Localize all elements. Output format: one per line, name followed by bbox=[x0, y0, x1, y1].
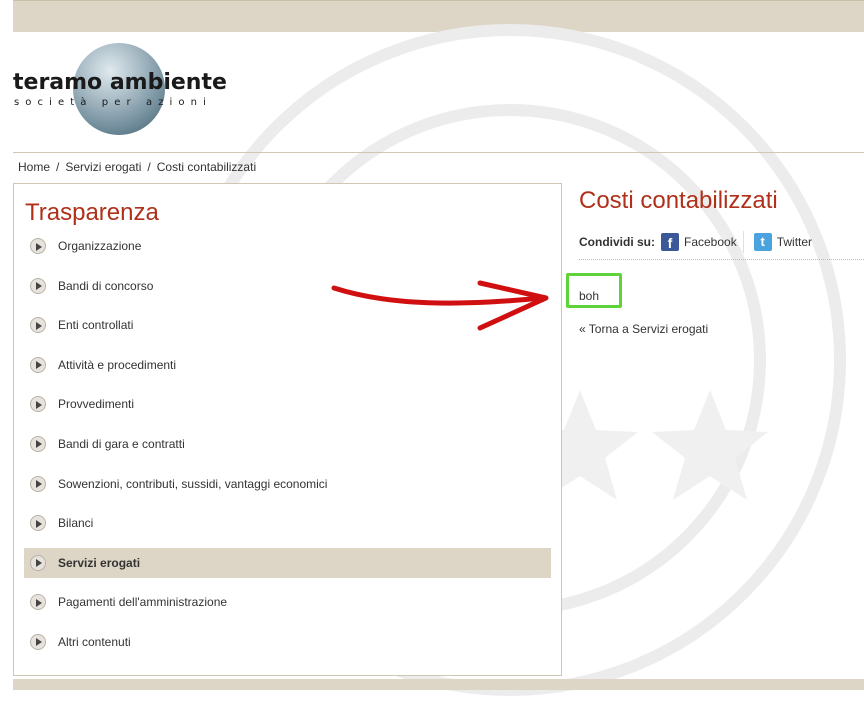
play-icon bbox=[30, 277, 46, 294]
sidebar-item-bandi-di-gara[interactable]: Bandi di gara e contratti bbox=[24, 429, 551, 459]
breadcrumb-separator: / bbox=[147, 160, 151, 174]
play-icon bbox=[30, 356, 46, 373]
sidebar-item-label: Organizzazione bbox=[58, 239, 142, 253]
play-icon bbox=[30, 515, 46, 532]
sidebar-item-label: Servizi erogati bbox=[58, 555, 141, 570]
play-icon bbox=[30, 633, 46, 650]
breadcrumb-separator: / bbox=[56, 160, 60, 174]
breadcrumb-current: Costi contabilizzati bbox=[156, 160, 257, 174]
sidebar-item-label: Altri contenuti bbox=[58, 634, 131, 649]
share-bar: Condividi su: f Facebook t Twitter bbox=[579, 231, 812, 253]
breadcrumb-home[interactable]: Home bbox=[18, 160, 50, 174]
facebook-icon[interactable]: f bbox=[661, 233, 679, 251]
sidebar-item-label: Sowenzioni, contributi, sussidi, vantagg… bbox=[58, 476, 328, 491]
share-divider-line bbox=[579, 259, 864, 260]
sidebar-item-label: Enti controllati bbox=[58, 318, 134, 333]
facebook-link[interactable]: Facebook bbox=[684, 235, 737, 249]
sidebar-item-label: Pagamenti dell'amministrazione bbox=[58, 595, 228, 610]
play-icon bbox=[30, 475, 46, 492]
sidebar-item-sovvenzioni[interactable]: Sowenzioni, contributi, sussidi, vantagg… bbox=[24, 469, 551, 499]
play-icon bbox=[30, 435, 46, 452]
back-link[interactable]: « Torna a Servizi erogati bbox=[579, 322, 708, 336]
sidebar-item-provvedimenti[interactable]: Provvedimenti bbox=[24, 389, 551, 419]
logo-title: teramo ambiente bbox=[13, 70, 227, 95]
company-logo[interactable]: teramo ambiente società per azioni bbox=[13, 40, 273, 140]
sidebar-title: Trasparenza bbox=[25, 199, 159, 226]
play-icon bbox=[30, 238, 46, 254]
play-icon bbox=[30, 317, 46, 334]
twitter-icon[interactable]: t bbox=[753, 233, 772, 251]
play-icon bbox=[30, 554, 46, 571]
sidebar-panel: Trasparenza Organizzazione Bandi di conc… bbox=[13, 183, 562, 676]
share-label: Condividi su: bbox=[579, 235, 655, 249]
twitter-link[interactable]: Twitter bbox=[777, 235, 812, 249]
sidebar-item-pagamenti[interactable]: Pagamenti dell'amministrazione bbox=[24, 587, 551, 617]
sidebar-item-label: Bandi di concorso bbox=[58, 278, 154, 293]
sidebar-item-servizi-erogati[interactable]: Servizi erogati bbox=[24, 547, 551, 578]
breadcrumb: Home / Servizi erogati / Costi contabilizzat… bbox=[18, 160, 256, 174]
sidebar-item-label: Provvedimenti bbox=[58, 397, 135, 412]
bottom-bar bbox=[13, 679, 864, 690]
sidebar-item-altri-contenuti[interactable]: Altri contenuti bbox=[24, 627, 551, 657]
breadcrumb-servizi-erogati[interactable]: Servizi erogati bbox=[65, 160, 141, 174]
sidebar-item-label: Bandi di gara e contratti bbox=[58, 436, 185, 451]
sidebar-item-attivita-e-procedimenti[interactable]: Attività e procedimenti bbox=[24, 350, 551, 380]
sidebar-item-label: Attività e procedimenti bbox=[58, 357, 177, 372]
page-title: Costi contabilizzati bbox=[579, 187, 778, 214]
sidebar-item-organizzazione[interactable]: Organizzazione bbox=[24, 231, 551, 261]
sidebar-item-label: Bilanci bbox=[58, 516, 94, 531]
play-icon bbox=[30, 594, 46, 611]
logo-subtitle: società per azioni bbox=[14, 97, 212, 108]
header-divider bbox=[13, 152, 864, 153]
sidebar-item-bilanci[interactable]: Bilanci bbox=[24, 508, 551, 538]
red-arrow-annotation bbox=[331, 280, 549, 331]
share-divider bbox=[742, 231, 744, 253]
play-icon bbox=[30, 396, 46, 413]
content-body: boh bbox=[579, 289, 600, 303]
